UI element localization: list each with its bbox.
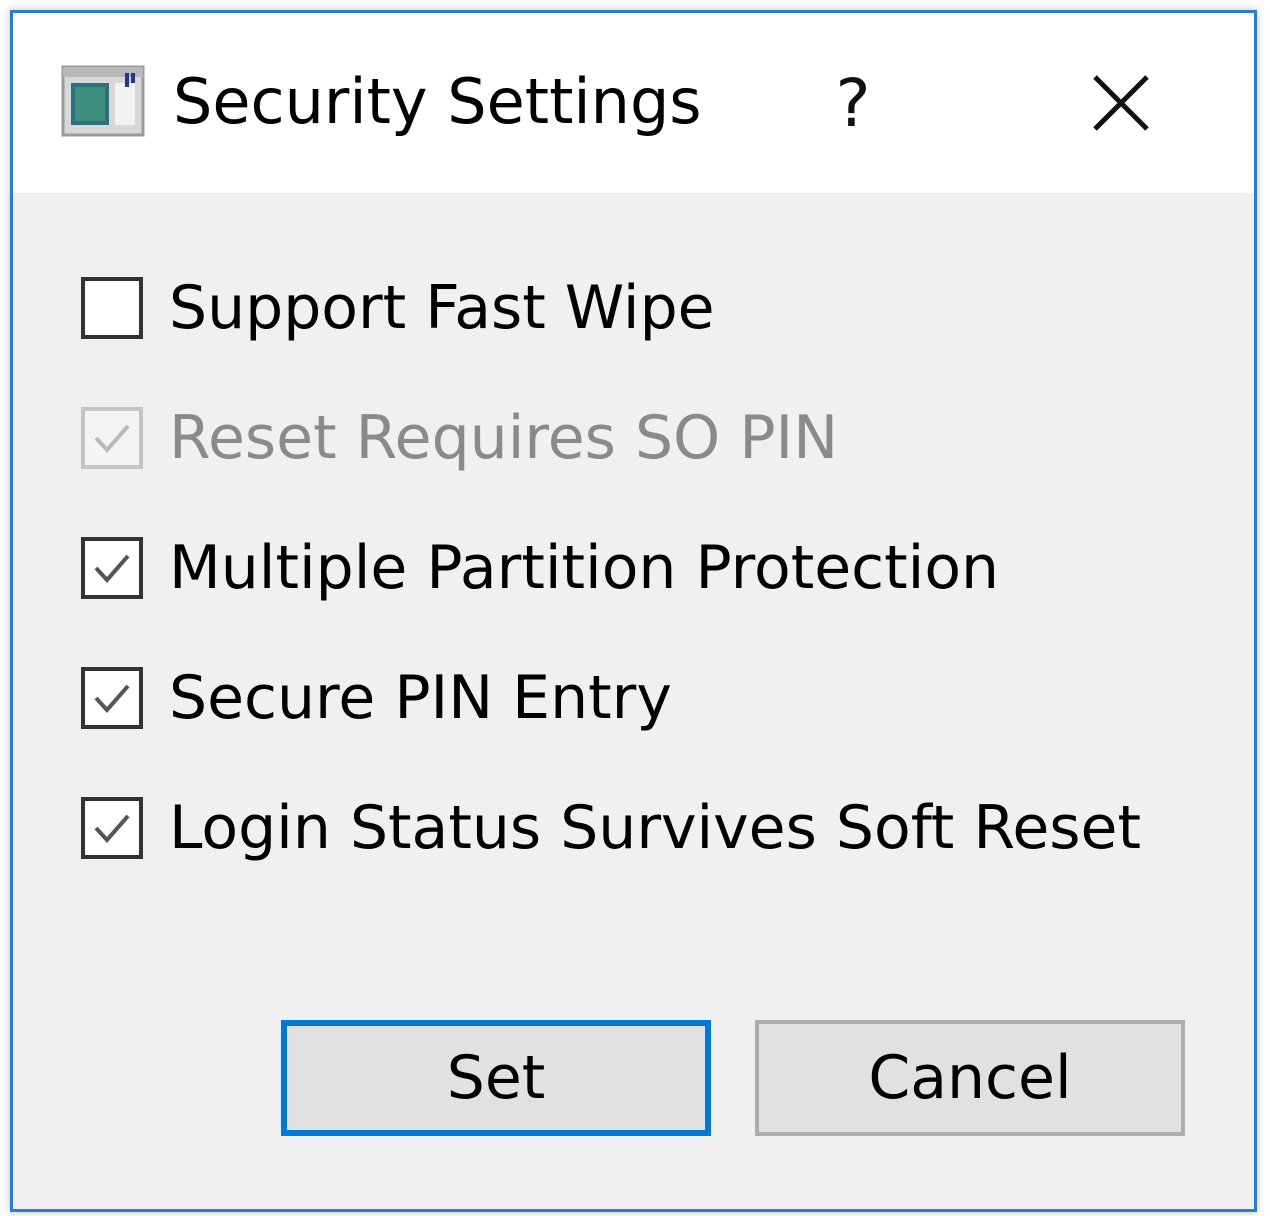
- checkbox-multiple-partition-protection[interactable]: [81, 537, 143, 599]
- option-support-fast-wipe[interactable]: Support Fast Wipe: [81, 268, 715, 348]
- window-title: Security Settings: [173, 65, 702, 138]
- option-multiple-partition-protection[interactable]: Multiple Partition Protection: [81, 528, 999, 608]
- option-label: Secure PIN Entry: [169, 663, 672, 733]
- option-label: Login Status Survives Soft Reset: [169, 793, 1141, 863]
- checkbox-support-fast-wipe[interactable]: [81, 277, 143, 339]
- option-label: Reset Requires SO PIN: [169, 403, 839, 473]
- option-label: Multiple Partition Protection: [169, 533, 1000, 603]
- title-bar[interactable]: Security Settings ?: [13, 13, 1254, 193]
- checkbox-reset-requires-so-pin: [81, 407, 143, 469]
- checkmark-icon: [94, 814, 130, 843]
- option-label: Support Fast Wipe: [169, 273, 715, 343]
- cancel-button[interactable]: Cancel: [755, 1020, 1185, 1136]
- option-login-status-survives-soft-reset[interactable]: Login Status Survives Soft Reset: [81, 788, 1141, 868]
- set-button[interactable]: Set: [281, 1020, 711, 1136]
- checkbox-secure-pin-entry[interactable]: [81, 667, 143, 729]
- checkmark-icon: [94, 554, 130, 583]
- close-button[interactable]: [1081, 63, 1161, 143]
- checkmark-icon: [94, 424, 130, 453]
- window-app-icon: [61, 65, 145, 137]
- option-secure-pin-entry[interactable]: Secure PIN Entry: [81, 658, 672, 738]
- option-reset-requires-so-pin: Reset Requires SO PIN: [81, 398, 838, 478]
- help-button[interactable]: ?: [813, 63, 893, 143]
- checkbox-login-status-survives-soft-reset[interactable]: [81, 797, 143, 859]
- checkmark-icon: [94, 684, 130, 713]
- close-icon: [1093, 75, 1149, 131]
- security-settings-dialog: Security Settings ? Support Fast Wipe Re…: [10, 10, 1257, 1212]
